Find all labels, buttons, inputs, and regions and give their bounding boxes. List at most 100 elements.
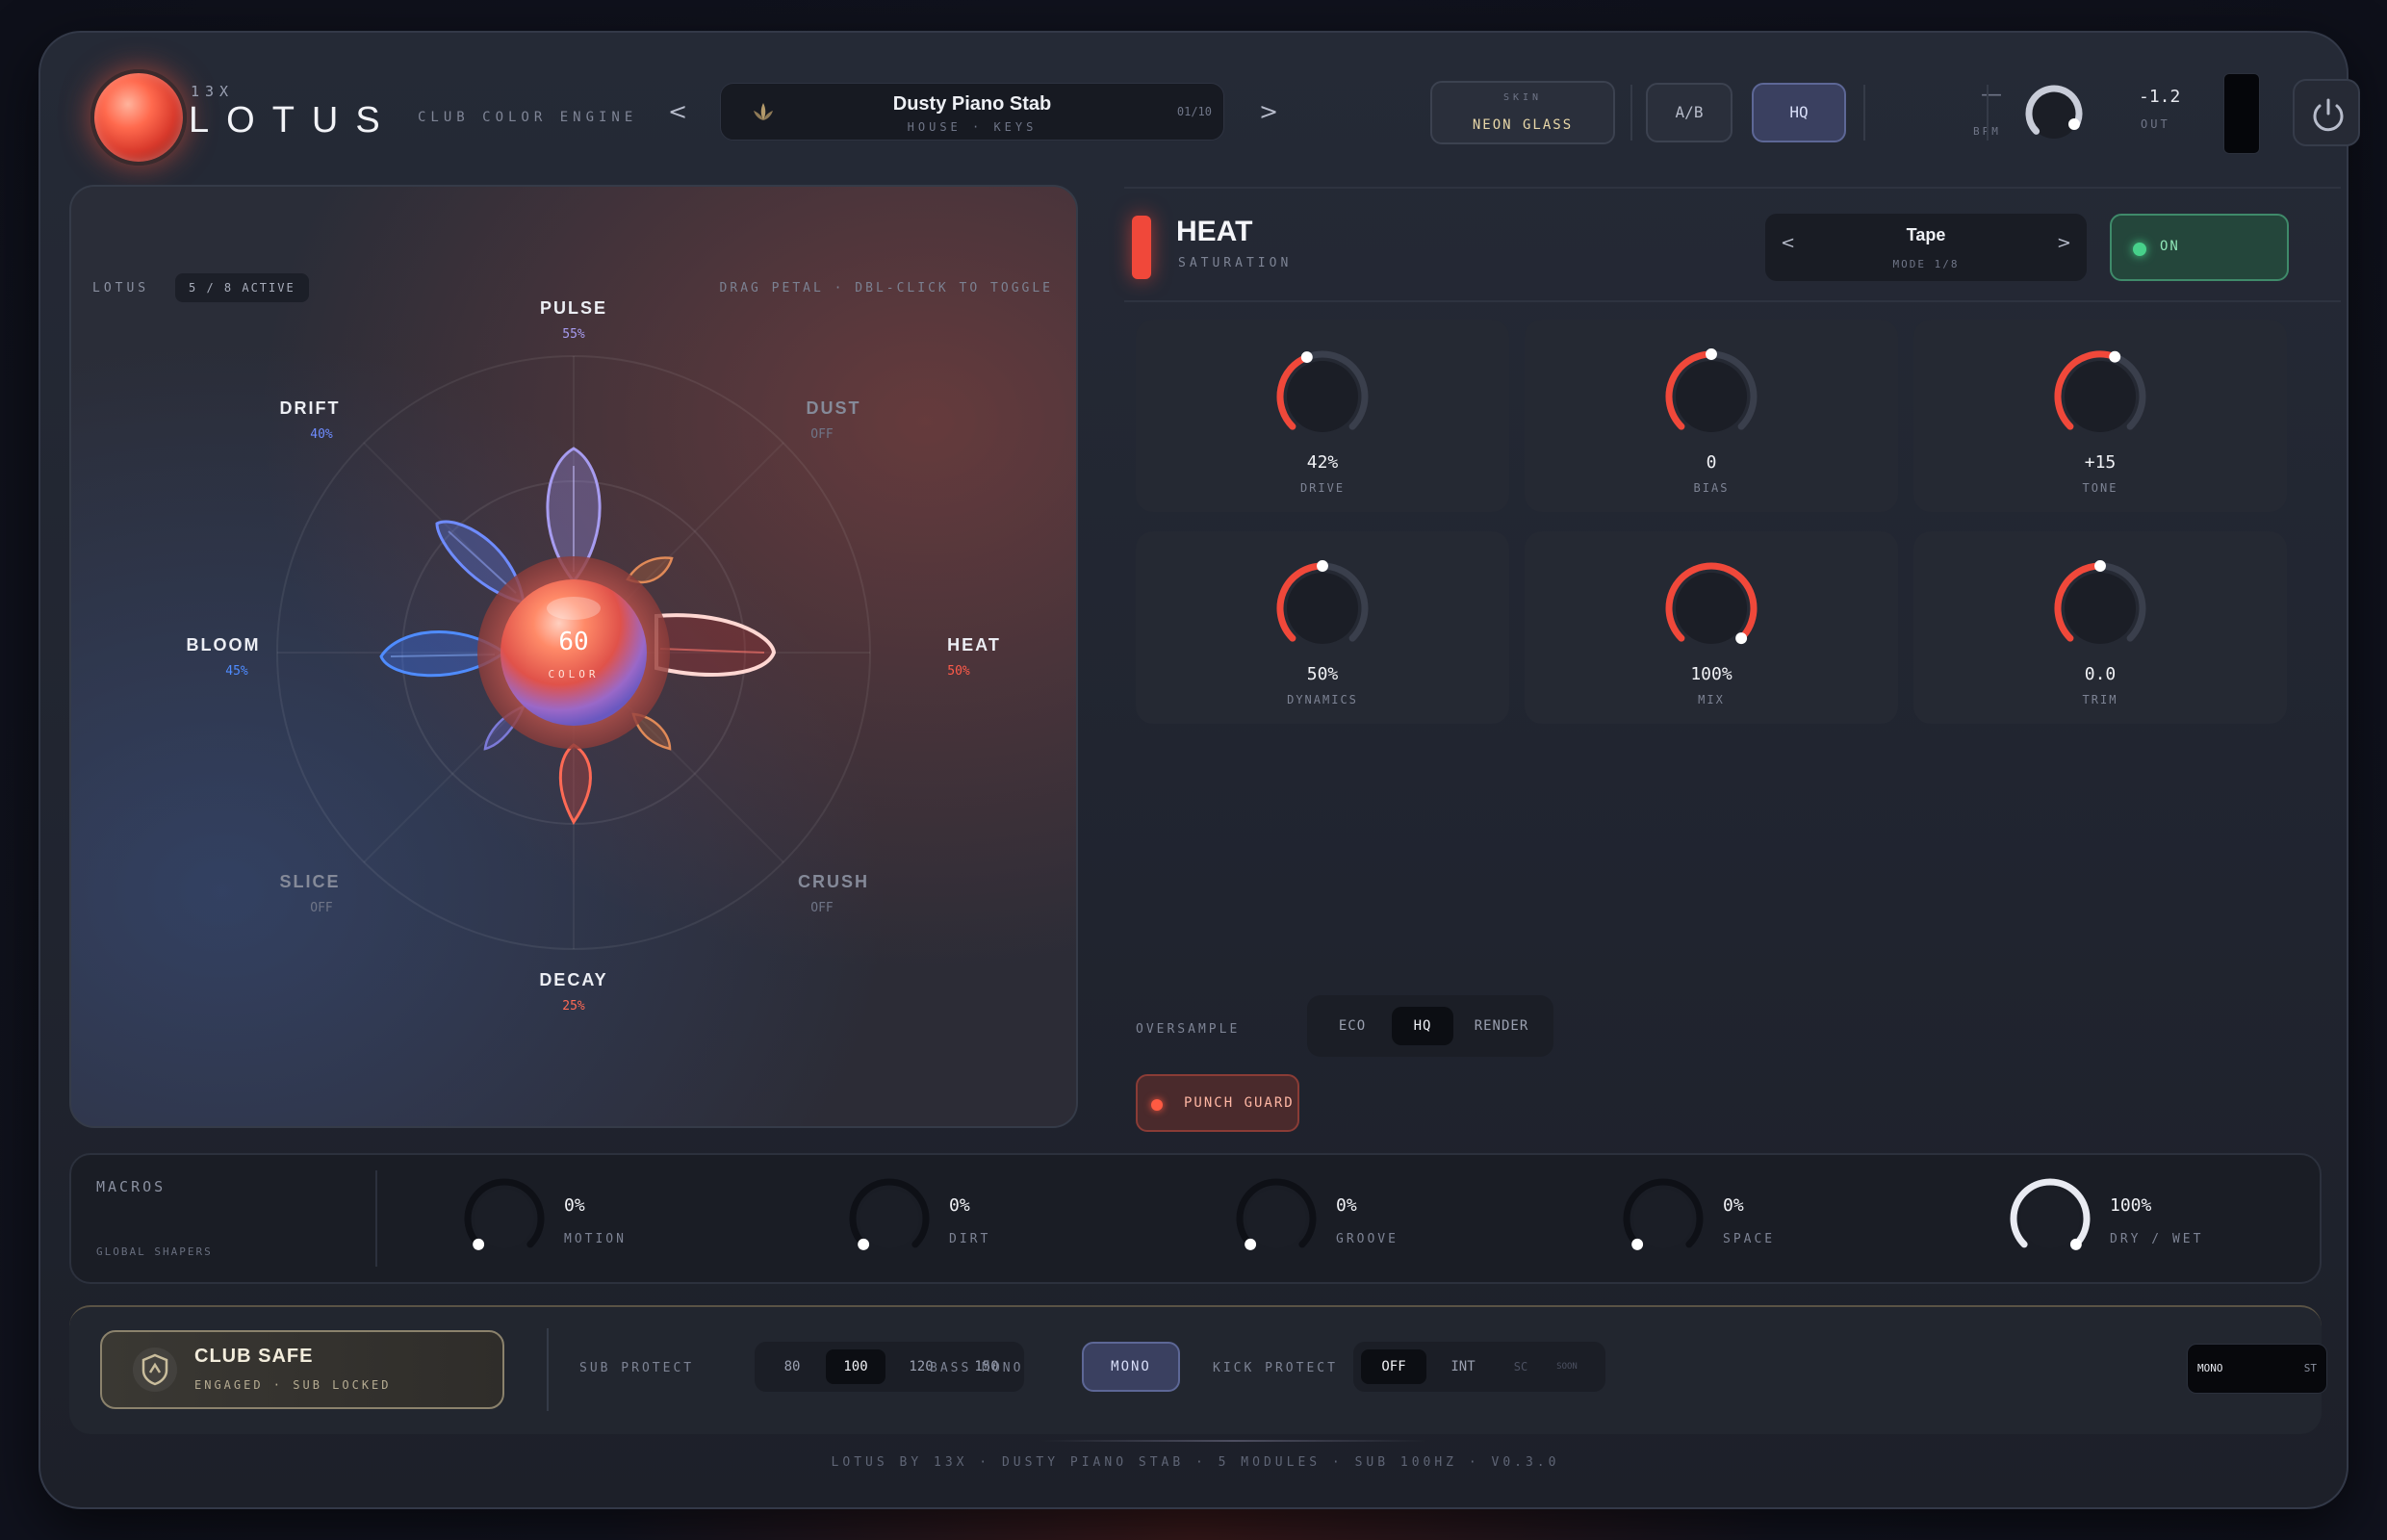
macro-value: 0% xyxy=(949,1195,970,1216)
oversample-label: OVERSAMPLE xyxy=(1136,1022,1241,1037)
divider xyxy=(1987,85,1989,141)
club-safe-button[interactable]: CLUB SAFE ENGAGED · SUB LOCKED xyxy=(100,1330,504,1409)
ab-compare-button[interactable]: A/B xyxy=(1646,83,1732,142)
macro-knob-0[interactable] xyxy=(456,1170,552,1270)
lotus-tag: LOTUS xyxy=(92,281,150,295)
drive-label: DRIVE xyxy=(1299,481,1346,495)
macro-space: 0% SPACE xyxy=(1615,1170,1981,1267)
knob-card-tone: +15 TONE xyxy=(1913,320,2287,512)
preset-name: Dusty Piano Stab xyxy=(892,93,1052,115)
kick-protect-off[interactable]: OFF xyxy=(1361,1349,1426,1384)
bass-mono-button[interactable]: MONO xyxy=(1082,1342,1180,1392)
macro-knob-1[interactable] xyxy=(841,1170,937,1270)
macro-motion: 0% MOTION xyxy=(456,1170,822,1267)
oversample-eco[interactable]: ECO xyxy=(1317,1007,1388,1045)
sub-protect-80[interactable]: 80 xyxy=(762,1349,822,1384)
sub-protect-100[interactable]: 100 xyxy=(826,1349,886,1384)
output-label: OUT xyxy=(2141,117,2170,131)
preset-next-button[interactable]: > xyxy=(1259,98,1278,125)
punch-indicator xyxy=(1151,1099,1163,1111)
bass-mono-label: BASS MONO xyxy=(930,1361,1024,1375)
tagline: CLUB COLOR ENGINE xyxy=(418,110,638,125)
preset-selector[interactable]: Dusty Piano Stab HOUSE · KEYS 01/10 xyxy=(720,83,1224,141)
oversample-render[interactable]: RENDER xyxy=(1457,1007,1546,1045)
macro-knob-4[interactable] xyxy=(2002,1170,2098,1270)
macro-value: 0% xyxy=(1336,1195,1357,1216)
dynamics-knob[interactable] xyxy=(1265,551,1380,670)
preset-prev-button[interactable]: < xyxy=(668,98,687,125)
macro-value: 0% xyxy=(1723,1195,1744,1216)
power-button[interactable] xyxy=(2293,79,2360,146)
macro-dry-wet: 100% DRY / WET xyxy=(2002,1170,2368,1267)
plugin-window: 13X LOTUS CLUB COLOR ENGINE < Dusty Pian… xyxy=(38,31,2360,1509)
macro-knob-2[interactable] xyxy=(1228,1170,1324,1270)
preset-count: 01/10 xyxy=(1176,105,1212,118)
mix-label: MIX xyxy=(1698,693,1725,706)
kick-protect-selector: OFF INT SC SOON xyxy=(1353,1342,1605,1392)
lotus-panel: LOTUS 5 / 8 ACTIVE DRAG PETAL · DBL-CLIC… xyxy=(69,185,1078,1128)
petal-label-decay: DECAY xyxy=(539,970,608,989)
meter-stereo-label: ST xyxy=(2303,1362,2317,1374)
mode-selector[interactable]: < Tape MODE 1/8 > xyxy=(1765,214,2087,281)
macro-knob-3[interactable] xyxy=(1615,1170,1711,1270)
petal-value-crush: OFF xyxy=(810,901,834,915)
oversample-hq[interactable]: HQ xyxy=(1392,1007,1453,1045)
trim-value: 0.0 xyxy=(2084,664,2117,684)
divider xyxy=(375,1170,377,1267)
trim-knob[interactable] xyxy=(2042,551,2158,670)
mix-value: 100% xyxy=(1690,664,1732,684)
soon-tag: SOON xyxy=(1556,1362,1578,1372)
knob-card-dynamics: 50% DYNAMICS xyxy=(1136,531,1509,724)
petal-value-slice: OFF xyxy=(310,901,333,915)
bias-knob[interactable] xyxy=(1654,339,1769,458)
macros-panel: MACROS GLOBAL SHAPERS 0% MOTION 0% DIRT 0% GR… xyxy=(69,1153,2322,1284)
macros-subtitle: GLOBAL SHAPERS xyxy=(96,1245,213,1258)
output-knob[interactable] xyxy=(2015,75,2092,156)
brand-name: LOTUS xyxy=(189,100,398,141)
macros-title: MACROS xyxy=(96,1178,167,1195)
kick-protect-int[interactable]: INT xyxy=(1430,1349,1496,1384)
tone-knob[interactable] xyxy=(2042,339,2158,458)
petal-heat[interactable] xyxy=(654,613,777,677)
drive-value: 42% xyxy=(1306,452,1339,473)
color-value: 60 xyxy=(558,628,589,656)
petal-value-heat: 50% xyxy=(947,664,970,679)
mode-count: MODE 1/8 xyxy=(1892,258,1960,270)
lotus-hint: DRAG PETAL · DBL-CLICK TO TOGGLE xyxy=(719,281,1053,295)
dynamics-value: 50% xyxy=(1306,664,1339,684)
macro-value: 0% xyxy=(564,1195,585,1216)
club-safe-status: ENGAGED · SUB LOCKED xyxy=(194,1378,392,1392)
punch-guard-button[interactable]: PUNCH GUARD xyxy=(1136,1074,1299,1132)
petal-label-heat: HEAT xyxy=(947,635,1001,654)
tone-value: +15 xyxy=(2084,452,2117,473)
output-value: -1.2 xyxy=(2139,87,2181,107)
brand-small: 13X xyxy=(191,83,235,100)
petal-decay[interactable] xyxy=(558,743,592,825)
petal-label-slice: SLICE xyxy=(279,872,341,891)
petal-label-dust: DUST xyxy=(806,398,861,418)
trim-label: TRIM xyxy=(2082,693,2118,706)
sub-protect-label: SUB PROTECT xyxy=(579,1361,695,1375)
drive-knob[interactable] xyxy=(1265,339,1380,458)
macro-groove: 0% GROOVE xyxy=(1228,1170,1594,1267)
shield-icon xyxy=(131,1346,179,1398)
mode-next-button[interactable]: > xyxy=(2057,233,2071,253)
logo-orb xyxy=(90,69,187,166)
skin-label: SKIN xyxy=(1502,92,1543,103)
divider xyxy=(1124,187,2341,189)
macro-label: MOTION xyxy=(564,1232,627,1246)
divider xyxy=(1630,85,1632,141)
divider xyxy=(1041,1440,1426,1442)
petal-label-pulse: PULSE xyxy=(539,298,607,318)
bias-label: BIAS xyxy=(1693,481,1730,495)
on-indicator xyxy=(2133,243,2146,256)
skin-selector[interactable]: SKIN NEON GLASS xyxy=(1430,81,1615,144)
hq-button[interactable]: HQ xyxy=(1752,83,1846,142)
macro-label: GROOVE xyxy=(1336,1232,1399,1246)
module-color-tag xyxy=(1132,216,1151,279)
power-icon xyxy=(2313,98,2344,132)
module-on-toggle[interactable]: ON xyxy=(2110,214,2289,281)
divider xyxy=(1124,300,2341,302)
mix-knob[interactable] xyxy=(1654,551,1769,670)
macro-label: DIRT xyxy=(949,1232,991,1246)
